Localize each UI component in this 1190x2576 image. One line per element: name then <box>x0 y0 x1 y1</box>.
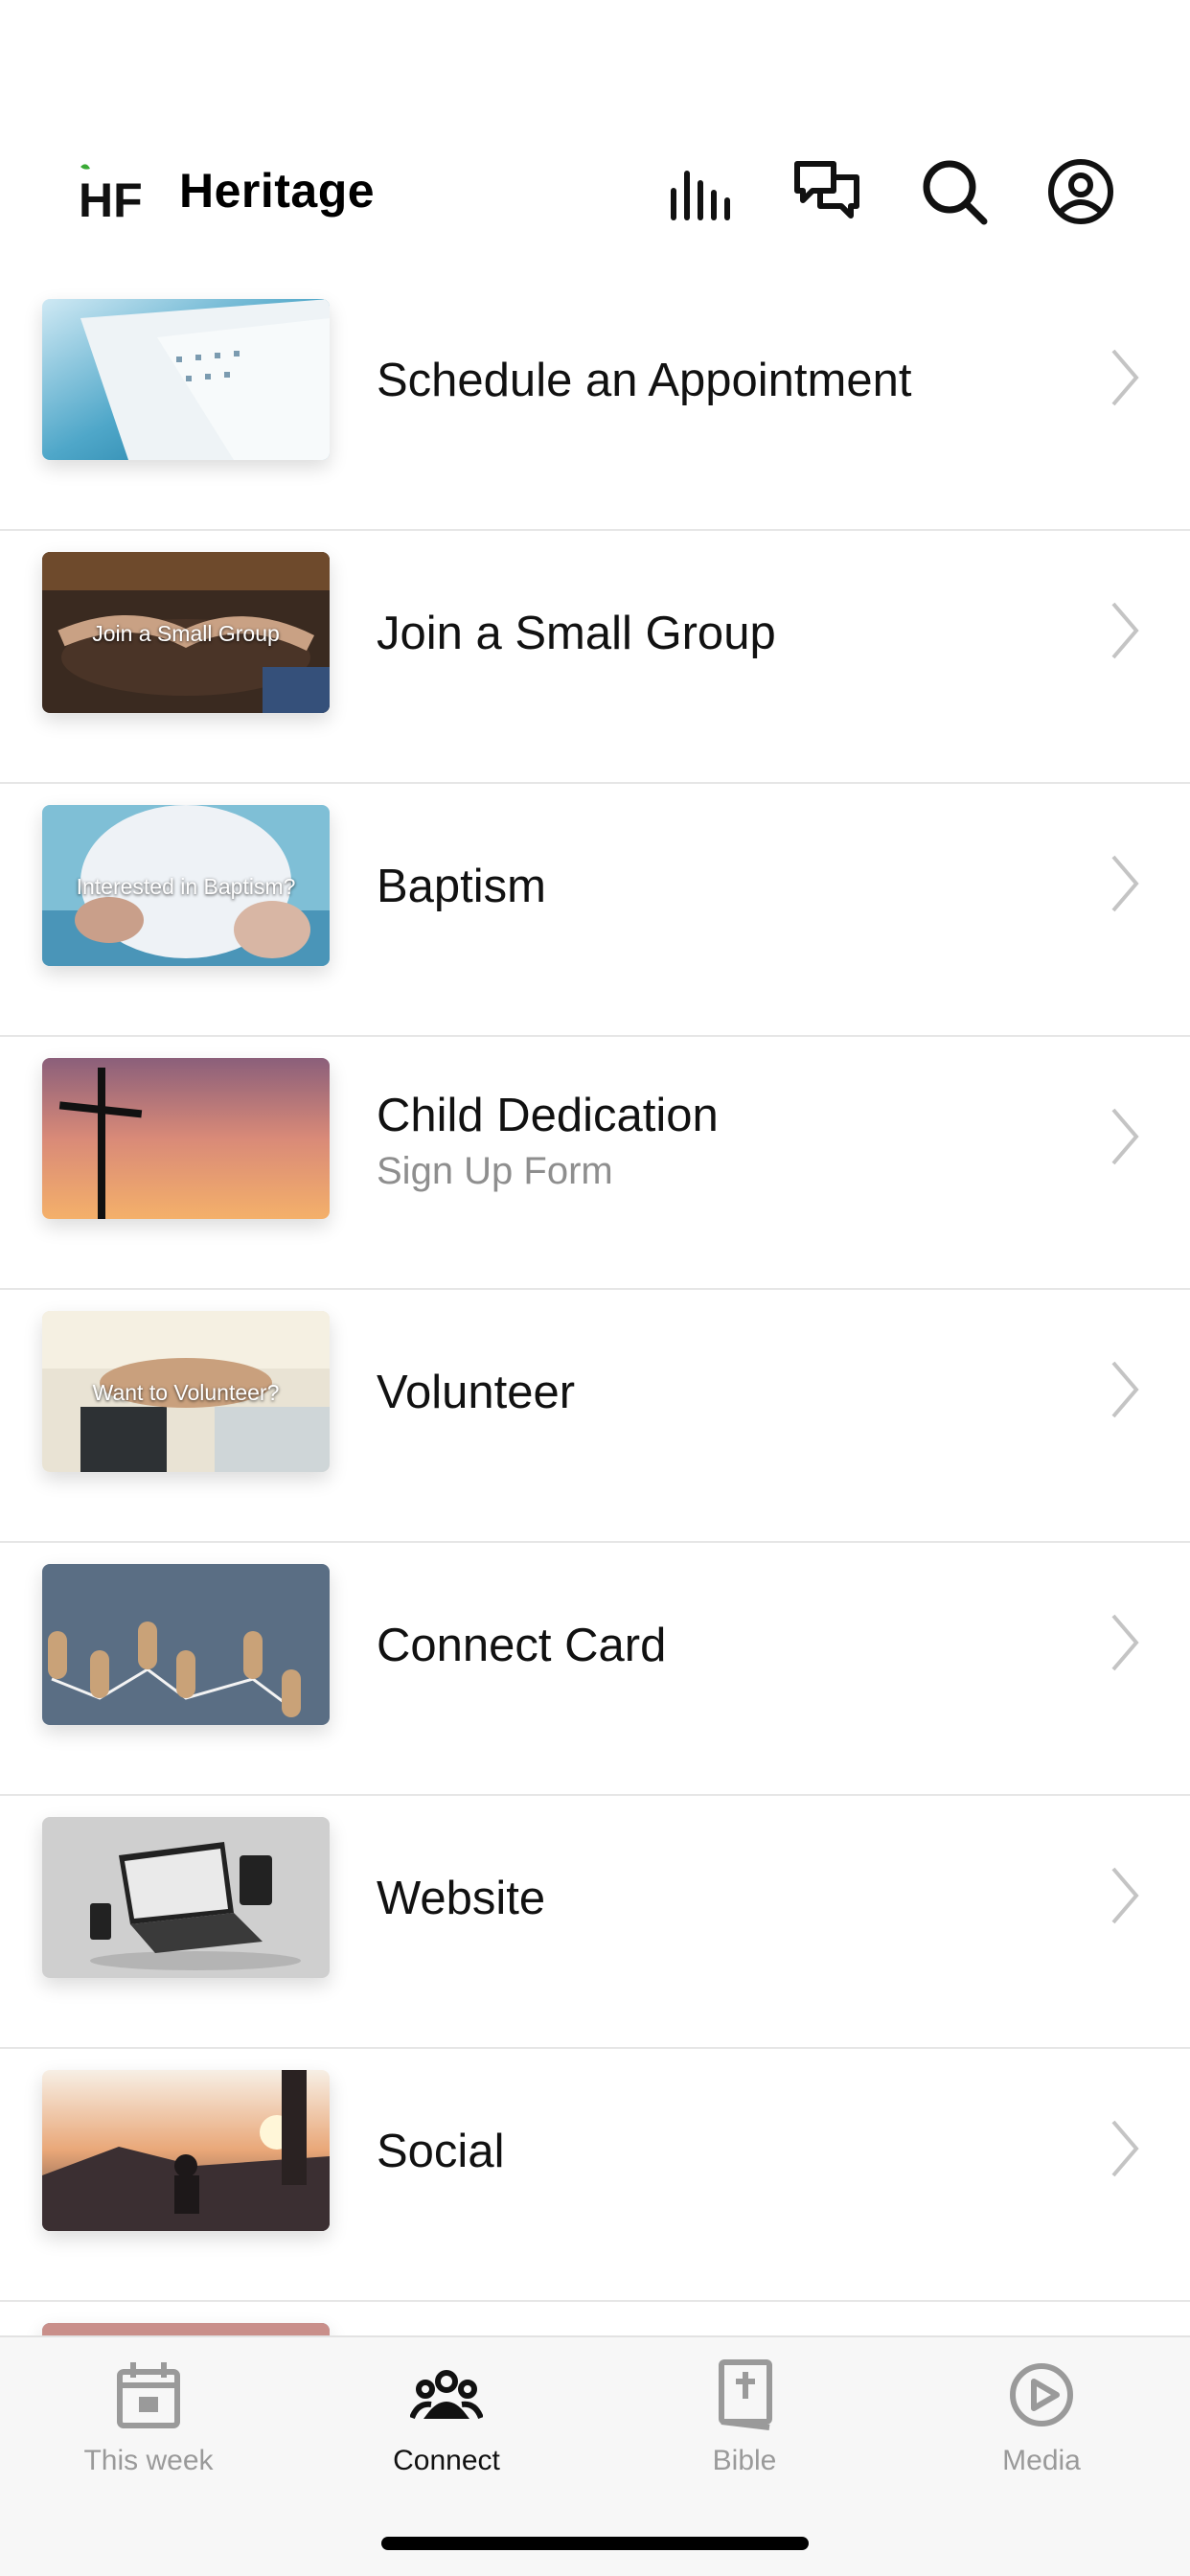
list-item[interactable]: Want to Volunteer? Volunteer <box>0 1290 1190 1543</box>
devices-image <box>42 1817 330 1978</box>
chevron-right-icon <box>1111 602 1139 659</box>
chat-icon[interactable] <box>789 153 865 230</box>
item-title: Website <box>377 1873 546 1924</box>
connect-list: Schedule an Appointment Join a Small Gro… <box>0 278 1190 2338</box>
calendar-image <box>42 299 330 460</box>
tab-label: Media <box>1002 2445 1081 2476</box>
chevron-right-icon <box>1111 1361 1139 1418</box>
list-item[interactable]: Website <box>0 1796 1190 2049</box>
tab-label: Connect <box>393 2445 500 2476</box>
item-title: Child Dedication <box>377 1089 719 1141</box>
list-item[interactable]: Join a Small Group Join a Small Group <box>0 531 1190 784</box>
list-item[interactable]: Child Dedication Sign Up Form <box>0 1037 1190 1290</box>
list-item[interactable] <box>0 2302 1190 2338</box>
tab-bible[interactable]: Bible <box>634 2358 855 2512</box>
item-title: Volunteer <box>377 1367 576 1418</box>
list-item[interactable]: Social <box>0 2049 1190 2302</box>
thumb-caption: Want to Volunteer? <box>92 1380 280 1405</box>
search-icon[interactable] <box>916 153 993 230</box>
item-title: Connect Card <box>377 1620 667 1671</box>
chevron-right-icon <box>1111 2120 1139 2177</box>
chevron-right-icon <box>1111 855 1139 912</box>
item-subtitle: Sign Up Form <box>377 1149 613 1192</box>
app-header: HF Heritage <box>0 0 1190 288</box>
network-figures-image <box>42 1564 330 1725</box>
chevron-right-icon <box>1111 1867 1139 1924</box>
people-icon <box>410 2370 483 2420</box>
item-title: Baptism <box>377 861 547 912</box>
item-title: Join a Small Group <box>377 608 776 659</box>
thumb-caption: Join a Small Group <box>92 621 280 646</box>
chevron-right-icon <box>1111 1108 1139 1165</box>
app-title: Heritage <box>179 164 376 218</box>
chevron-right-icon <box>1111 1614 1139 1671</box>
tab-label: This week <box>83 2445 214 2476</box>
account-icon[interactable] <box>1042 153 1119 230</box>
baptism-image: Interested in Baptism? <box>42 805 330 966</box>
list-item[interactable]: Interested in Baptism? Baptism <box>0 784 1190 1037</box>
chevron-right-icon <box>1111 349 1139 406</box>
home-indicator[interactable] <box>381 2537 809 2550</box>
tab-media[interactable]: Media <box>931 2358 1152 2512</box>
stacked-hands-image: Want to Volunteer? <box>42 1311 330 1472</box>
tab-connect[interactable]: Connect <box>336 2358 557 2512</box>
thumb-caption: Interested in Baptism? <box>76 874 296 899</box>
heritage-logo[interactable]: HF <box>77 161 144 227</box>
list-item[interactable]: Schedule an Appointment <box>0 278 1190 531</box>
item-title: Schedule an Appointment <box>377 355 912 406</box>
hands-table-image: Join a Small Group <box>42 552 330 713</box>
equalizer-icon[interactable] <box>661 153 738 230</box>
tab-this-week[interactable]: This week <box>38 2358 259 2512</box>
list-item[interactable]: Connect Card <box>0 1543 1190 1796</box>
play-circle-icon <box>1010 2363 1073 2426</box>
sunset-people-image <box>42 2070 330 2231</box>
calendar-icon <box>117 2362 180 2428</box>
bible-icon <box>719 2359 772 2430</box>
cross-sunset-image <box>42 1058 330 1219</box>
logo-text: HF <box>79 173 143 222</box>
tab-label: Bible <box>712 2445 777 2476</box>
item-title: Social <box>377 2126 505 2177</box>
